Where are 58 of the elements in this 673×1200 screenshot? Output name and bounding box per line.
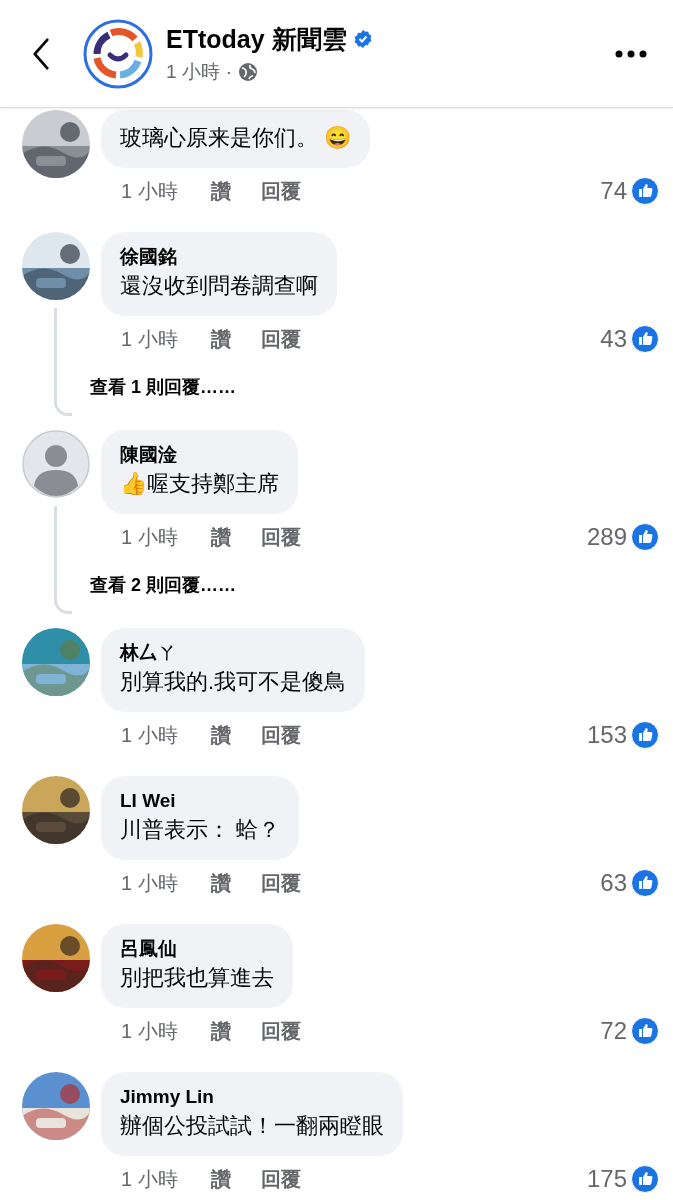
reply-link[interactable]: 回覆: [261, 522, 301, 552]
post-time: 1 小時: [166, 60, 220, 84]
like-icon: [631, 1165, 659, 1193]
comment-time: 1 小時: [121, 327, 179, 352]
globe-icon: [238, 62, 259, 83]
comment-time: 1 小時: [121, 525, 179, 550]
page-logo[interactable]: [83, 18, 153, 89]
comment-text: 別算我的.我可不是傻鳥: [120, 668, 347, 696]
like-icon: [631, 325, 659, 353]
avatar-icon: [22, 430, 90, 498]
comment-time: 1 小時: [121, 179, 179, 204]
like-link[interactable]: 讚: [211, 868, 261, 898]
comment-time: 1 小時: [121, 1167, 179, 1192]
like-link[interactable]: 讚: [211, 1016, 261, 1046]
like-link[interactable]: 讚: [211, 1164, 261, 1194]
like-link[interactable]: 讚: [211, 324, 261, 354]
commenter-name[interactable]: 徐國銘: [120, 244, 318, 270]
reply-link[interactable]: 回覆: [261, 1016, 301, 1046]
like-link[interactable]: 讚: [211, 720, 261, 750]
like-icon: [631, 721, 659, 749]
like-link[interactable]: 讚: [211, 522, 261, 552]
back-icon[interactable]: [32, 37, 50, 70]
comment-time: 1 小時: [121, 871, 179, 896]
view-replies-link[interactable]: 查看 2 則回覆……: [90, 572, 236, 599]
separator-dot: ·: [225, 60, 233, 84]
commenter-name[interactable]: Jimmy Lin: [120, 1084, 384, 1110]
comment-time: 1 小時: [121, 1019, 179, 1044]
commenter-name[interactable]: 呂鳳仙: [120, 936, 274, 962]
like-icon: [631, 869, 659, 897]
reply-link[interactable]: 回覆: [261, 868, 301, 898]
like-icon: [631, 523, 659, 551]
reply-link[interactable]: 回覆: [261, 1164, 301, 1194]
view-replies-link[interactable]: 查看 1 則回覆……: [90, 374, 236, 401]
like-count: 153: [586, 720, 627, 750]
reply-link[interactable]: 回覆: [261, 324, 301, 354]
comment-text: 別把我也算進去: [120, 964, 274, 992]
like-icon: [631, 1017, 659, 1045]
comment-time: 1 小時: [121, 723, 179, 748]
more-icon[interactable]: [615, 49, 647, 58]
like-count: 63: [600, 868, 627, 898]
like-link[interactable]: 讚: [211, 176, 261, 206]
comment-text: 👍喔支持鄭主席: [120, 470, 279, 498]
like-count: 43: [600, 324, 627, 354]
commenter-name[interactable]: 林厶ㄚ: [120, 640, 347, 666]
comment-text: 辦個公投試試！一翻兩瞪眼: [120, 1112, 384, 1140]
comment-text: 川普表示： 蛤？: [120, 816, 281, 844]
comment-text: 玻璃心原来是你们。 😄: [120, 124, 352, 152]
page-name[interactable]: ETtoday 新聞雲: [166, 20, 347, 58]
like-count: 289: [586, 522, 627, 552]
commenter-name[interactable]: LI Wei: [120, 788, 281, 814]
reply-link[interactable]: 回覆: [261, 720, 301, 750]
comment-text: 還沒收到問卷調查啊: [120, 272, 318, 300]
like-count: 74: [600, 176, 627, 206]
like-icon: [631, 177, 659, 205]
reply-link[interactable]: 回覆: [261, 176, 301, 206]
like-count: 72: [600, 1016, 627, 1046]
like-count: 175: [586, 1164, 627, 1194]
commenter-name[interactable]: 陳國淦: [120, 442, 279, 468]
